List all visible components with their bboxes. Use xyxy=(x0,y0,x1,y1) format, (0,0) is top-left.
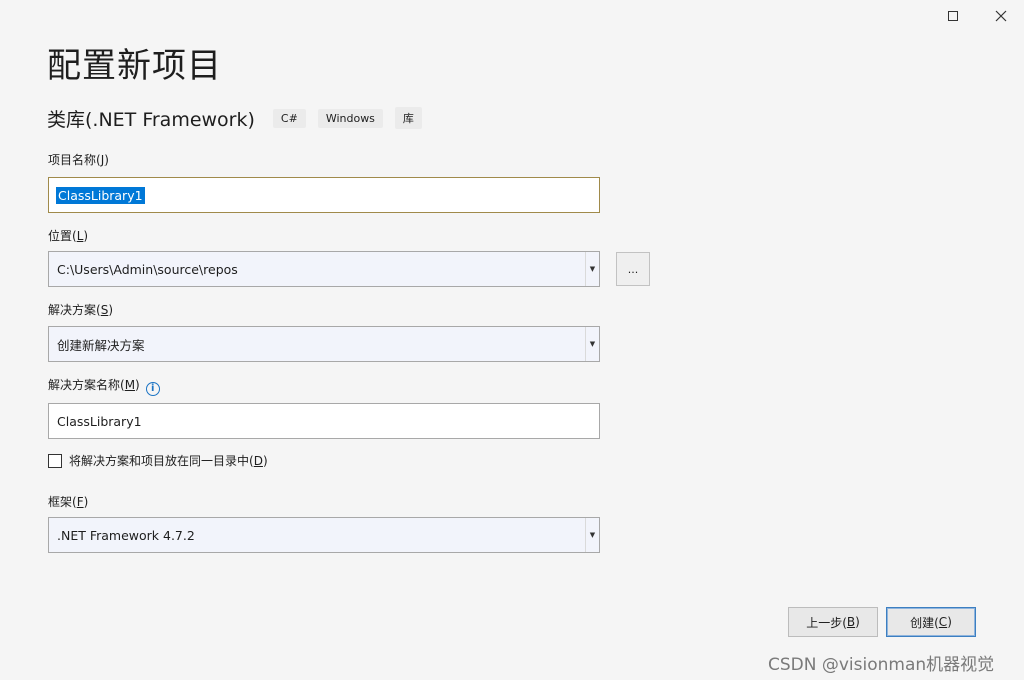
template-name: 类库(.NET Framework) xyxy=(47,108,255,131)
maximize-button[interactable] xyxy=(938,4,968,28)
create-button[interactable]: 创建(C) xyxy=(886,607,976,637)
watermark: CSDN @visionman机器视觉 xyxy=(768,655,995,675)
project-name-label: 项目名称(J) xyxy=(48,153,109,167)
chevron-down-icon[interactable]: ▼ xyxy=(585,252,599,286)
browse-button[interactable]: ... xyxy=(616,252,650,286)
location-value: C:\Users\Admin\source\repos xyxy=(57,261,238,277)
template-subtitle-row: 类库(.NET Framework) C# Windows 库 xyxy=(47,104,434,132)
back-button[interactable]: 上一步(B) xyxy=(788,607,878,637)
location-combobox[interactable]: C:\Users\Admin\source\repos ▼ xyxy=(48,251,600,287)
project-name-value: ClassLibrary1 xyxy=(56,186,145,204)
solution-value: 创建新解决方案 xyxy=(57,337,145,353)
same-directory-option[interactable]: 将解决方案和项目放在同一目录中(D) xyxy=(48,452,268,469)
close-button[interactable] xyxy=(986,4,1016,28)
close-icon xyxy=(995,10,1007,22)
project-name-input[interactable]: ClassLibrary1 xyxy=(48,177,600,213)
page-title: 配置新项目 xyxy=(47,46,222,86)
maximize-icon xyxy=(948,11,958,21)
solution-name-label: 解决方案名称(M) i xyxy=(48,376,160,396)
framework-value: .NET Framework 4.7.2 xyxy=(57,527,195,543)
info-icon[interactable]: i xyxy=(145,381,160,396)
chevron-down-icon[interactable]: ▼ xyxy=(585,518,599,552)
chevron-down-icon[interactable]: ▼ xyxy=(585,327,599,361)
tag-type: 库 xyxy=(394,107,422,129)
tag-language: C# xyxy=(272,108,306,128)
framework-combobox[interactable]: .NET Framework 4.7.2 ▼ xyxy=(48,517,600,553)
solution-name-input[interactable]: ClassLibrary1 xyxy=(48,403,600,439)
same-directory-checkbox[interactable] xyxy=(48,453,62,468)
solution-label: 解决方案(S) xyxy=(48,303,113,317)
location-label: 位置(L) xyxy=(48,229,89,243)
tag-platform: Windows xyxy=(317,108,383,128)
solution-name-value: ClassLibrary1 xyxy=(57,413,142,429)
same-directory-label: 将解决方案和项目放在同一目录中(D) xyxy=(69,454,268,468)
framework-label: 框架(F) xyxy=(48,495,89,509)
solution-combobox[interactable]: 创建新解决方案 ▼ xyxy=(48,326,600,362)
